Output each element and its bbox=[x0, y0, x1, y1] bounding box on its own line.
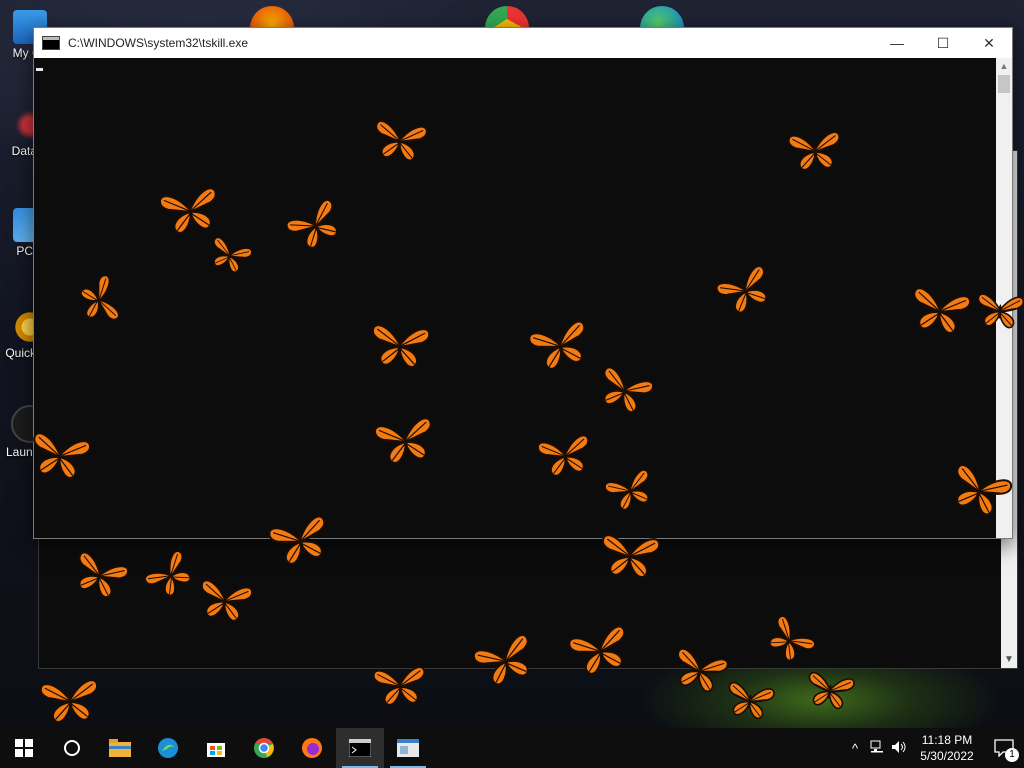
search-button[interactable] bbox=[48, 728, 96, 768]
notification-count-badge: 1 bbox=[1005, 748, 1019, 762]
windows-logo-icon bbox=[15, 739, 33, 757]
edge-icon bbox=[158, 738, 178, 758]
maximize-button[interactable]: ☐ bbox=[920, 28, 966, 58]
system-tray: ^ 11:18 PM 5/30/2022 1 bbox=[844, 728, 1024, 768]
console-button[interactable] bbox=[336, 728, 384, 768]
taskbar: ^ 11:18 PM 5/30/2022 1 bbox=[0, 728, 1024, 768]
window-controls: — ☐ ✕ bbox=[874, 28, 1012, 58]
window-icon bbox=[397, 739, 419, 757]
clock-date: 5/30/2022 bbox=[920, 749, 974, 763]
network-icon[interactable] bbox=[866, 740, 888, 756]
scroll-down-arrow-icon[interactable]: ▼ bbox=[1001, 652, 1017, 668]
console-app-icon bbox=[42, 36, 60, 50]
minimize-button[interactable]: — bbox=[874, 28, 920, 58]
text-cursor bbox=[36, 68, 43, 71]
store-icon bbox=[207, 743, 225, 757]
folder-icon bbox=[109, 739, 131, 757]
chrome-icon bbox=[254, 738, 274, 758]
close-button[interactable]: ✕ bbox=[966, 28, 1012, 58]
console-window[interactable]: C:\WINDOWS\system32\tskill.exe — ☐ ✕ ▲ bbox=[33, 27, 1013, 539]
volume-icon[interactable] bbox=[888, 740, 910, 757]
chrome-button[interactable] bbox=[240, 728, 288, 768]
title-bar[interactable]: C:\WINDOWS\system32\tskill.exe — ☐ ✕ bbox=[34, 28, 1012, 58]
store-button[interactable] bbox=[192, 728, 240, 768]
clock[interactable]: 11:18 PM 5/30/2022 bbox=[910, 732, 984, 764]
edge-button[interactable] bbox=[144, 728, 192, 768]
show-hidden-icons-chevron-icon[interactable]: ^ bbox=[844, 741, 866, 756]
app-window-button[interactable] bbox=[384, 728, 432, 768]
scroll-up-arrow-icon[interactable]: ▲ bbox=[996, 58, 1012, 74]
file-explorer-button[interactable] bbox=[96, 728, 144, 768]
window-title: C:\WINDOWS\system32\tskill.exe bbox=[68, 36, 249, 50]
start-button[interactable] bbox=[0, 728, 48, 768]
clock-time: 11:18 PM bbox=[921, 733, 973, 747]
scrollbar-thumb[interactable] bbox=[998, 75, 1010, 93]
console-output[interactable] bbox=[34, 58, 996, 538]
search-circle-icon bbox=[64, 740, 80, 756]
firefox-icon bbox=[302, 738, 322, 758]
console-icon bbox=[349, 739, 371, 757]
notification-center-button[interactable]: 1 bbox=[984, 728, 1024, 768]
firefox-button[interactable] bbox=[288, 728, 336, 768]
